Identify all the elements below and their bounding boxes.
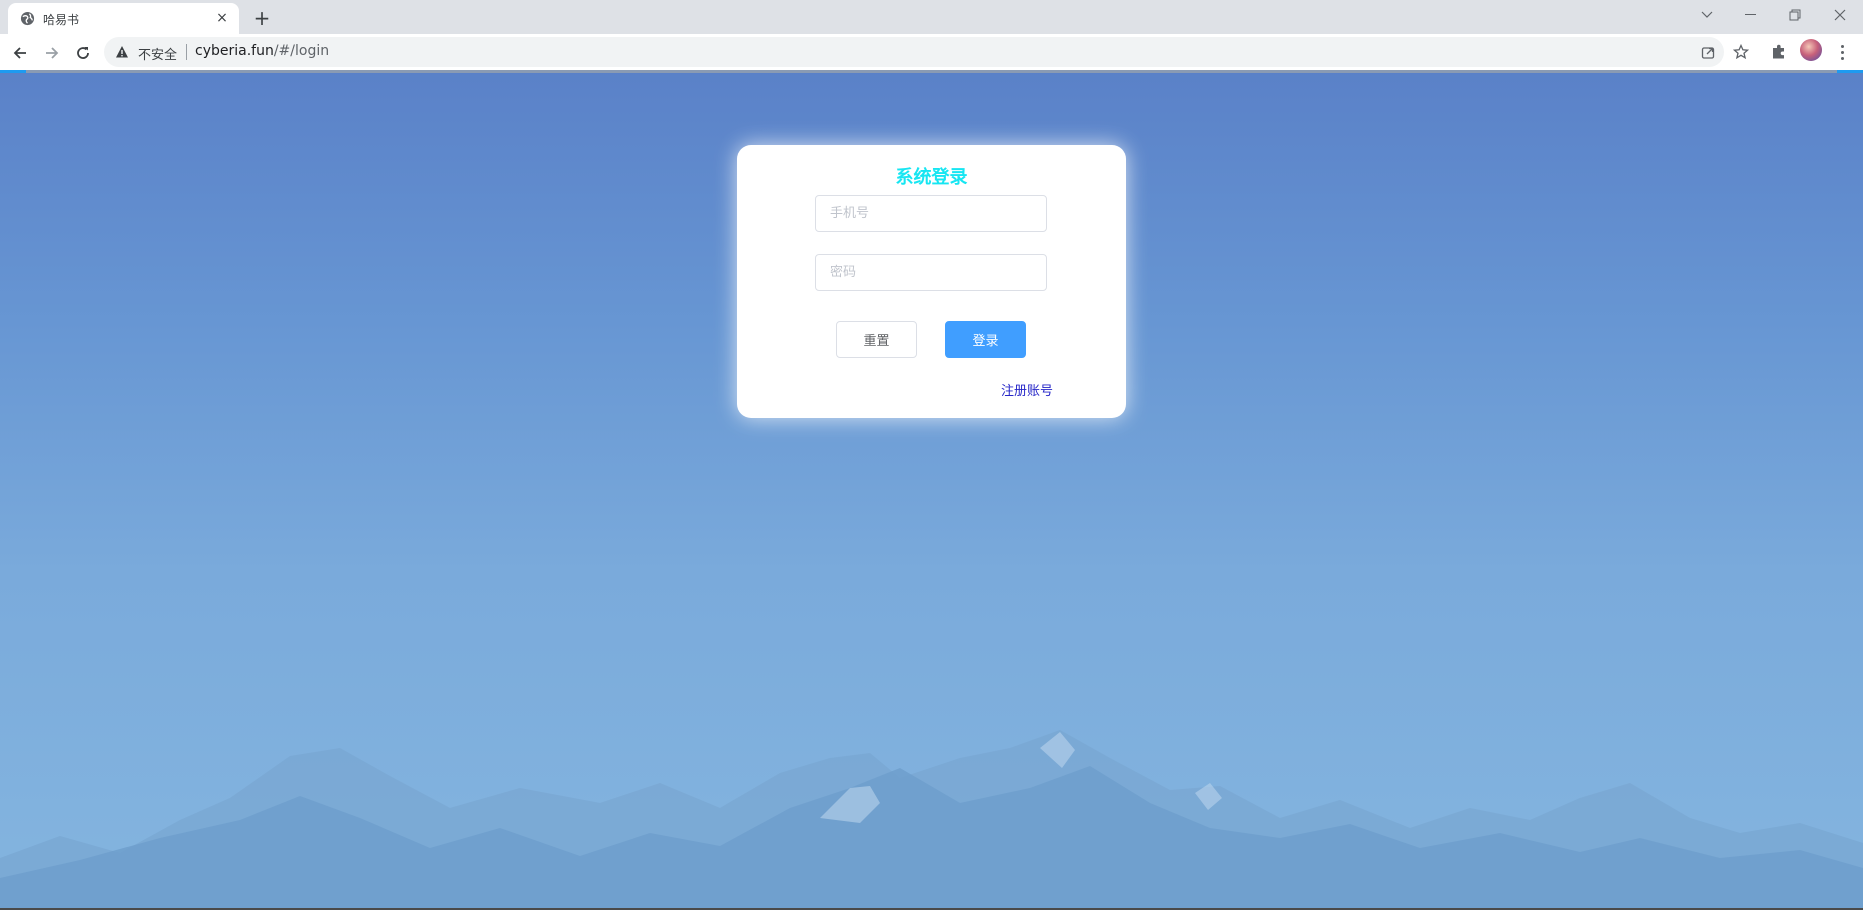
login-title: 系统登录 [895, 167, 968, 188]
back-arrow-icon[interactable] [6, 39, 34, 67]
url-text[interactable]: cyberia.fun/#/login [195, 43, 329, 59]
omnibox-divider [186, 44, 187, 60]
phone-field [815, 195, 1047, 232]
password-input[interactable] [816, 255, 1046, 290]
page-top-bar [0, 70, 1863, 73]
close-window-icon[interactable] [1820, 4, 1860, 26]
browser-toolbar: 不安全 cyberia.fun/#/login [0, 34, 1863, 70]
login-button[interactable]: 登录 [945, 321, 1026, 358]
restore-icon[interactable] [1775, 4, 1815, 26]
password-field [815, 254, 1047, 291]
reset-button[interactable]: 重置 [836, 321, 917, 358]
bookmark-star-icon[interactable] [1732, 43, 1750, 61]
mountain-background-image [0, 730, 1863, 908]
share-icon[interactable] [108, 43, 126, 61]
globe-icon [20, 11, 35, 26]
extensions-puzzle-icon[interactable] [1769, 42, 1789, 62]
address-bar[interactable]: 不安全 cyberia.fun/#/login [104, 37, 1724, 67]
url-host: cyberia.fun [195, 43, 274, 59]
tab-close-icon[interactable]: × [213, 9, 231, 27]
reload-icon[interactable] [69, 39, 97, 67]
more-vertical-icon[interactable] [1833, 41, 1851, 63]
profile-avatar[interactable] [1800, 39, 1822, 61]
tab-search-chevron-down-icon[interactable] [1687, 4, 1727, 26]
browser-tab[interactable]: 哈易书 × [8, 3, 239, 34]
forward-arrow-icon[interactable] [38, 39, 66, 67]
minimize-icon[interactable] [1731, 4, 1771, 26]
url-path: /#/login [273, 43, 330, 59]
register-account-link[interactable]: 注册账号 [1001, 380, 1053, 399]
page-top-bar-accent-left [0, 70, 26, 73]
share-icon[interactable] [1699, 43, 1717, 61]
phone-input[interactable] [816, 196, 1046, 231]
tab-strip: 哈易书 × + [0, 0, 1863, 34]
page-top-bar-accent-right [1837, 70, 1863, 73]
security-status-label[interactable]: 不安全 [138, 44, 177, 63]
page-viewport: 系统登录 重置 登录 注册账号 [0, 70, 1863, 908]
login-card: 系统登录 重置 登录 注册账号 [737, 145, 1126, 418]
tab-title: 哈易书 [43, 13, 80, 27]
new-tab-button[interactable]: + [250, 6, 274, 30]
